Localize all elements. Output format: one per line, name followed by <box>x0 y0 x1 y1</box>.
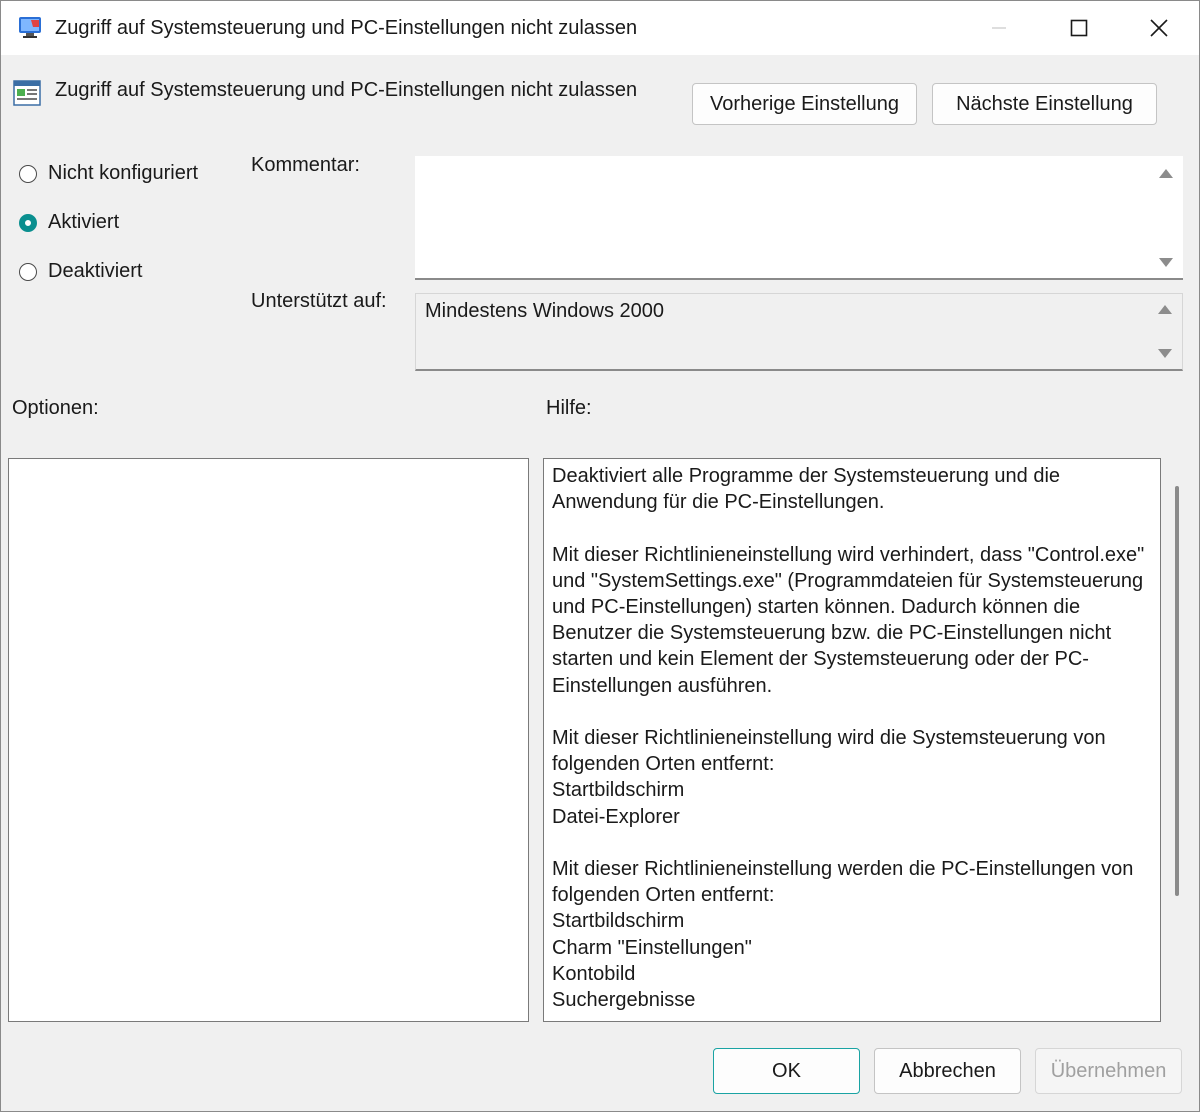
policy-dialog: Zugriff auf Systemsteuerung und PC-Einst… <box>0 0 1200 1112</box>
policy-setting-icon <box>13 80 41 106</box>
window-title: Zugriff auf Systemsteuerung und PC-Einst… <box>55 17 638 39</box>
options-label: Optionen: <box>12 397 99 419</box>
supported-on-value: Mindestens Windows 2000 <box>425 300 665 322</box>
close-icon <box>1150 19 1168 37</box>
radio-label: Deaktiviert <box>48 260 143 282</box>
title-bar[interactable]: Zugriff auf Systemsteuerung und PC-Einst… <box>1 1 1199 55</box>
radio-circle-checked <box>19 213 37 232</box>
supported-on-field: Mindestens Windows 2000 <box>415 293 1183 371</box>
radio-enabled[interactable]: Aktiviert <box>19 211 119 234</box>
scroll-up-arrow-icon[interactable] <box>1159 169 1173 178</box>
next-setting-button[interactable]: Nächste Einstellung <box>932 83 1157 125</box>
help-scrollbar[interactable] <box>1175 486 1179 896</box>
options-pane <box>8 458 529 1022</box>
group-policy-app-icon <box>19 17 41 38</box>
comment-label: Kommentar: <box>251 154 360 176</box>
maximize-icon <box>1070 19 1088 37</box>
previous-setting-button[interactable]: Vorherige Einstellung <box>692 83 917 125</box>
help-text: Deaktiviert alle Programme der Systemste… <box>552 465 1145 1012</box>
scroll-down-arrow-icon[interactable] <box>1158 349 1172 358</box>
cancel-button[interactable]: Abbrechen <box>874 1048 1021 1094</box>
close-button[interactable] <box>1119 1 1199 55</box>
apply-button[interactable]: Übernehmen <box>1035 1048 1182 1094</box>
minimize-icon <box>992 27 1006 29</box>
ok-button[interactable]: OK <box>713 1048 860 1094</box>
radio-disabled[interactable]: Deaktiviert <box>19 260 142 283</box>
radio-circle <box>19 262 37 281</box>
radio-circle <box>19 164 37 183</box>
help-label: Hilfe: <box>546 397 592 419</box>
scroll-up-arrow-icon[interactable] <box>1158 305 1172 314</box>
maximize-button[interactable] <box>1039 1 1119 55</box>
radio-not-configured[interactable]: Nicht konfiguriert <box>19 162 198 185</box>
help-pane[interactable]: Deaktiviert alle Programme der Systemste… <box>543 458 1161 1022</box>
comment-textarea[interactable] <box>415 156 1183 280</box>
supported-on-label: Unterstützt auf: <box>251 290 387 312</box>
policy-name: Zugriff auf Systemsteuerung und PC-Einst… <box>55 79 638 101</box>
scroll-down-arrow-icon[interactable] <box>1159 258 1173 267</box>
minimize-button[interactable] <box>959 1 1039 55</box>
radio-label: Aktiviert <box>48 211 120 233</box>
radio-label: Nicht konfiguriert <box>48 162 199 184</box>
